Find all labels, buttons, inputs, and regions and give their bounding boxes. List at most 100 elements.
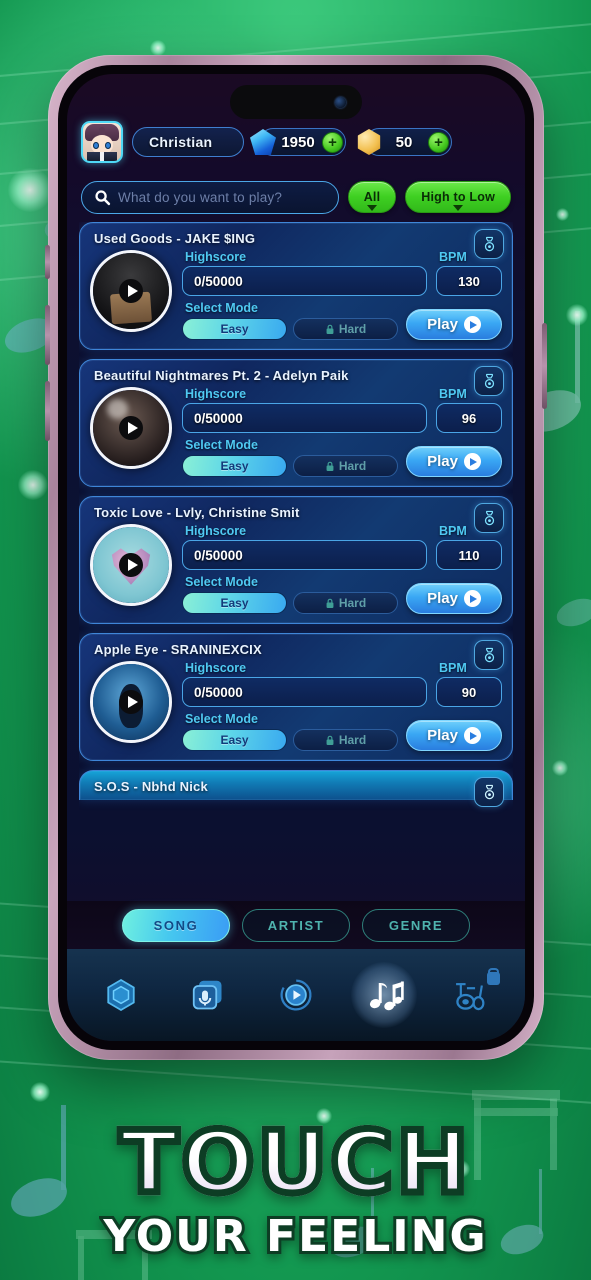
- mode-easy-label: Easy: [220, 459, 249, 473]
- lock-icon: [326, 324, 334, 334]
- medal-icon[interactable]: [474, 777, 504, 807]
- mode-hard-button[interactable]: Hard: [293, 729, 398, 751]
- song-fields: Highscore 0/50000 BPM 130 Select Mode Ea…: [182, 250, 502, 340]
- preview-play-icon[interactable]: [119, 553, 143, 577]
- mode-row: Select Mode Easy Hard Play: [182, 438, 502, 477]
- album-art[interactable]: [90, 387, 172, 469]
- phone-power-button[interactable]: [542, 323, 547, 409]
- sort-order-button[interactable]: High to Low: [405, 181, 511, 213]
- play-button[interactable]: Play: [406, 309, 502, 340]
- album-art[interactable]: [90, 661, 172, 743]
- highscore-group: Highscore 0/50000: [182, 524, 427, 570]
- song-card-body: Highscore 0/50000 BPM 96 Select Mode Eas…: [90, 387, 502, 477]
- score-row: Highscore 0/50000 BPM 96: [182, 387, 502, 433]
- preview-play-icon[interactable]: [119, 279, 143, 303]
- mode-hard-label: Hard: [338, 596, 367, 610]
- song-card[interactable]: Used Goods - JAKE $ING Highscore 0/50000…: [79, 222, 513, 350]
- nav-item-instruments[interactable]: [440, 964, 502, 1026]
- song-card-body: Highscore 0/50000 BPM 90 Select Mode Eas…: [90, 661, 502, 751]
- play-icon: [463, 453, 481, 470]
- play-icon: [463, 316, 481, 333]
- medal-icon[interactable]: [474, 503, 504, 533]
- front-camera-icon: [335, 96, 346, 108]
- add-coins-button[interactable]: +: [428, 131, 449, 153]
- mode-easy-label: Easy: [220, 733, 249, 747]
- song-card[interactable]: Toxic Love - Lvly, Christine Smit Highsc…: [79, 496, 513, 624]
- highscore-value: 0/50000: [182, 677, 427, 707]
- chevron-down-icon: [453, 205, 464, 211]
- avatar-body: [87, 152, 117, 161]
- mode-easy-button[interactable]: Easy: [182, 592, 287, 614]
- tab-song[interactable]: SONG: [122, 908, 230, 942]
- promo-headline: TOUCH: [0, 1117, 591, 1209]
- phone-volume-up-button[interactable]: [45, 305, 50, 365]
- album-art[interactable]: [90, 524, 172, 606]
- select-mode-label: Select Mode: [185, 575, 258, 589]
- song-card-partial[interactable]: S.O.S - Nbhd Nick: [79, 770, 513, 807]
- song-title: Beautiful Nightmares Pt. 2 - Adelyn Paik: [94, 368, 349, 383]
- play-button[interactable]: Play: [406, 446, 502, 477]
- album-art[interactable]: [90, 250, 172, 332]
- select-mode-label: Select Mode: [185, 712, 258, 726]
- song-fields: Highscore 0/50000 BPM 90 Select Mode Eas…: [182, 661, 502, 751]
- search-input[interactable]: What do you want to play?: [81, 180, 339, 214]
- song-card[interactable]: Apple Eye - SRANINEXCIX Highscore 0/5000…: [79, 633, 513, 761]
- mode-hard-button[interactable]: Hard: [293, 455, 398, 477]
- mode-easy-label: Easy: [220, 596, 249, 610]
- tab-artist[interactable]: ARTIST: [242, 908, 350, 942]
- select-mode-label: Select Mode: [185, 301, 258, 315]
- bottom-nav: [67, 949, 525, 1041]
- glow-dot: [566, 304, 588, 326]
- nav-item-shop[interactable]: [90, 964, 152, 1026]
- play-button[interactable]: Play: [406, 720, 502, 751]
- filter-all-label: All: [363, 190, 381, 204]
- mode-easy-label: Easy: [220, 322, 249, 336]
- avatar[interactable]: [81, 121, 123, 163]
- preview-play-icon[interactable]: [119, 690, 143, 714]
- mode-selector: Select Mode Easy Hard: [182, 301, 398, 340]
- medal-icon[interactable]: [474, 640, 504, 670]
- medal-icon[interactable]: [474, 366, 504, 396]
- play-icon: [463, 727, 481, 744]
- mode-selector: Select Mode Easy Hard: [182, 438, 398, 477]
- song-fields: Highscore 0/50000 BPM 96 Select Mode Eas…: [182, 387, 502, 477]
- mode-hard-button[interactable]: Hard: [293, 592, 398, 614]
- song-card-body: Highscore 0/50000 BPM 130 Select Mode Ea…: [90, 250, 502, 340]
- phone-mute-switch[interactable]: [45, 245, 50, 279]
- nav-item-karaoke[interactable]: [177, 964, 239, 1026]
- song-title: Toxic Love - Lvly, Christine Smit: [94, 505, 300, 520]
- add-gems-button[interactable]: +: [322, 131, 343, 153]
- player-nameplate[interactable]: Christian: [132, 127, 244, 157]
- preview-play-icon[interactable]: [119, 416, 143, 440]
- mode-row: Select Mode Easy Hard Play: [182, 575, 502, 614]
- tab-genre[interactable]: GENRE: [362, 908, 470, 942]
- search-placeholder: What do you want to play?: [118, 189, 283, 205]
- avatar-eye-right: [105, 142, 111, 149]
- avatar-eye-left: [93, 142, 99, 149]
- phone-volume-down-button[interactable]: [45, 381, 50, 441]
- dynamic-island: [230, 85, 362, 119]
- glow-dot: [18, 470, 48, 500]
- highscore-value: 0/50000: [182, 266, 427, 296]
- filter-all-button[interactable]: All: [347, 181, 397, 213]
- song-fields: Highscore 0/50000 BPM 110 Select Mode Ea…: [182, 524, 502, 614]
- play-button[interactable]: Play: [406, 583, 502, 614]
- score-row: Highscore 0/50000 BPM 110: [182, 524, 502, 570]
- search-icon: [95, 189, 111, 205]
- medal-icon[interactable]: [474, 229, 504, 259]
- highscore-label: Highscore: [185, 661, 247, 675]
- play-label: Play: [427, 727, 458, 744]
- mode-easy-button[interactable]: Easy: [182, 318, 287, 340]
- mode-easy-button[interactable]: Easy: [182, 455, 287, 477]
- mode-row: Select Mode Easy Hard Play: [182, 712, 502, 751]
- nav-item-play[interactable]: [265, 964, 327, 1026]
- nav-item-songs[interactable]: [350, 962, 417, 1028]
- mode-hard-button[interactable]: Hard: [293, 318, 398, 340]
- song-card[interactable]: Beautiful Nightmares Pt. 2 - Adelyn Paik: [79, 359, 513, 487]
- glow-dot: [150, 40, 166, 56]
- highscore-group: Highscore 0/50000: [182, 387, 427, 433]
- score-row: Highscore 0/50000 BPM 130: [182, 250, 502, 296]
- sort-order-label: High to Low: [421, 190, 495, 204]
- song-list[interactable]: Used Goods - JAKE $ING Highscore 0/50000…: [79, 222, 513, 889]
- mode-easy-button[interactable]: Easy: [182, 729, 287, 751]
